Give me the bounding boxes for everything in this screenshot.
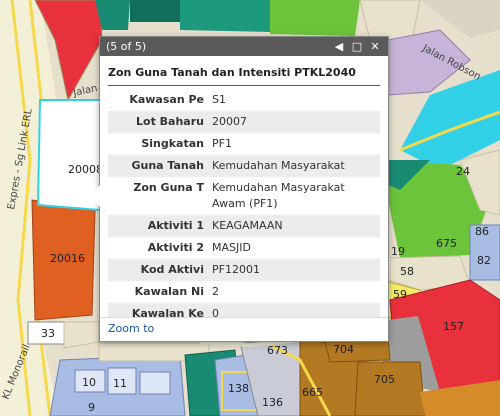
parcel-teal[interactable]: [180, 0, 270, 32]
close-icon[interactable]: ✕: [368, 40, 382, 53]
parcel-label: 11: [113, 377, 127, 390]
feature-count: (5 of 5): [106, 40, 147, 53]
parcel-teal[interactable]: [130, 0, 180, 22]
attribute-row: Kawalan Ke 0: [108, 303, 380, 318]
attribute-value: 0: [208, 303, 380, 318]
attribute-row: Aktiviti 2 MASJID: [108, 237, 380, 259]
parcel-label: 9: [88, 401, 95, 414]
maximize-icon[interactable]: □: [350, 40, 364, 53]
attribute-key: Zon Guna T: [133, 181, 204, 194]
attribute-value: PF1: [212, 137, 232, 150]
attribute-table: Kawasan Pe S1 Lot Baharu 20007 Singkatan PF1 G…: [108, 89, 380, 318]
popup-footer: Zoom to: [100, 317, 388, 341]
attribute-key: Kawasan Pe: [129, 93, 204, 106]
attribute-value: S1: [212, 93, 226, 106]
attribute-row: Zon Guna T Kemudahan Masyarakat Awam (PF1…: [108, 177, 380, 215]
parcel-label: 673: [267, 344, 288, 357]
attribute-key: Aktiviti 2: [147, 241, 204, 254]
attribute-row: Lot Baharu 20007: [108, 111, 380, 133]
popup-pointer: [89, 185, 100, 207]
parcel-label: 157: [443, 320, 464, 333]
triangle-left-icon[interactable]: ◀: [332, 40, 346, 53]
parcel-label: 20016: [50, 252, 85, 265]
parcel-institution[interactable]: [139, 371, 171, 395]
parcel-label: 58: [400, 265, 414, 278]
attribute-value: Kemudahan Masyarakat: [208, 155, 380, 177]
parcel-label: 19: [391, 245, 405, 258]
parcel-green[interactable]: [270, 0, 360, 36]
zoom-to-link[interactable]: Zoom to: [108, 322, 154, 335]
parcel-brown[interactable]: [354, 361, 426, 416]
attribute-value: KEAGAMAAN: [208, 215, 380, 237]
parcel-label: 704: [333, 343, 354, 356]
attribute-key: Lot Baharu: [108, 111, 208, 133]
attribute-key: Aktiviti 1: [108, 215, 208, 237]
attribute-scroll-area[interactable]: Kawasan Pe S1 Lot Baharu 20007 Singkatan PF1 G…: [108, 89, 380, 318]
attribute-value: MASJID: [212, 241, 251, 254]
attribute-row: Kawasan Pe S1: [108, 89, 380, 111]
parcel-label: 136: [262, 396, 283, 409]
info-popup: (5 of 5) ◀ □ ✕ Zon Guna Tanah dan Intens…: [89, 36, 389, 342]
attribute-value: 20007: [208, 111, 380, 133]
parcel-plain[interactable]: [359, 0, 421, 41]
parcel-label: 59: [393, 288, 407, 301]
parcel-label: 665: [302, 386, 323, 399]
attribute-row: Guna Tanah Kemudahan Masyarakat: [108, 155, 380, 177]
attribute-row: Kawalan Ni 2: [108, 281, 380, 303]
parcel-label: 138: [228, 382, 249, 395]
parcel-label: 20008: [68, 163, 103, 176]
attribute-value: Kemudahan Masyarakat Awam (PF1): [212, 181, 345, 210]
attribute-row: Kod Aktivi PF12001: [108, 259, 380, 281]
parcel-label: 82: [477, 254, 491, 267]
parcel-label: 24: [456, 165, 470, 178]
parcel-label: 10: [82, 376, 96, 389]
attribute-key: Singkatan: [141, 137, 204, 150]
parcel-label: 675: [436, 237, 457, 250]
attribute-key: Kawalan Ke: [108, 303, 208, 318]
parcel-label: 86: [475, 225, 489, 238]
attribute-value: PF12001: [208, 259, 380, 281]
attribute-row: Aktiviti 1 KEAGAMAAN: [108, 215, 380, 237]
attribute-value: 2: [212, 285, 219, 298]
popup-titlebar: (5 of 5) ◀ □ ✕: [100, 37, 388, 56]
parcel-label: 33: [41, 327, 55, 340]
attribute-key: Kod Aktivi: [108, 259, 208, 281]
attribute-key: Guna Tanah: [108, 155, 208, 177]
popup-title: Zon Guna Tanah dan Intensiti PTKL2040: [108, 66, 380, 86]
attribute-row: Singkatan PF1: [108, 133, 380, 155]
attribute-key: Kawalan Ni: [134, 285, 204, 298]
parcel-label: 705: [374, 373, 395, 386]
